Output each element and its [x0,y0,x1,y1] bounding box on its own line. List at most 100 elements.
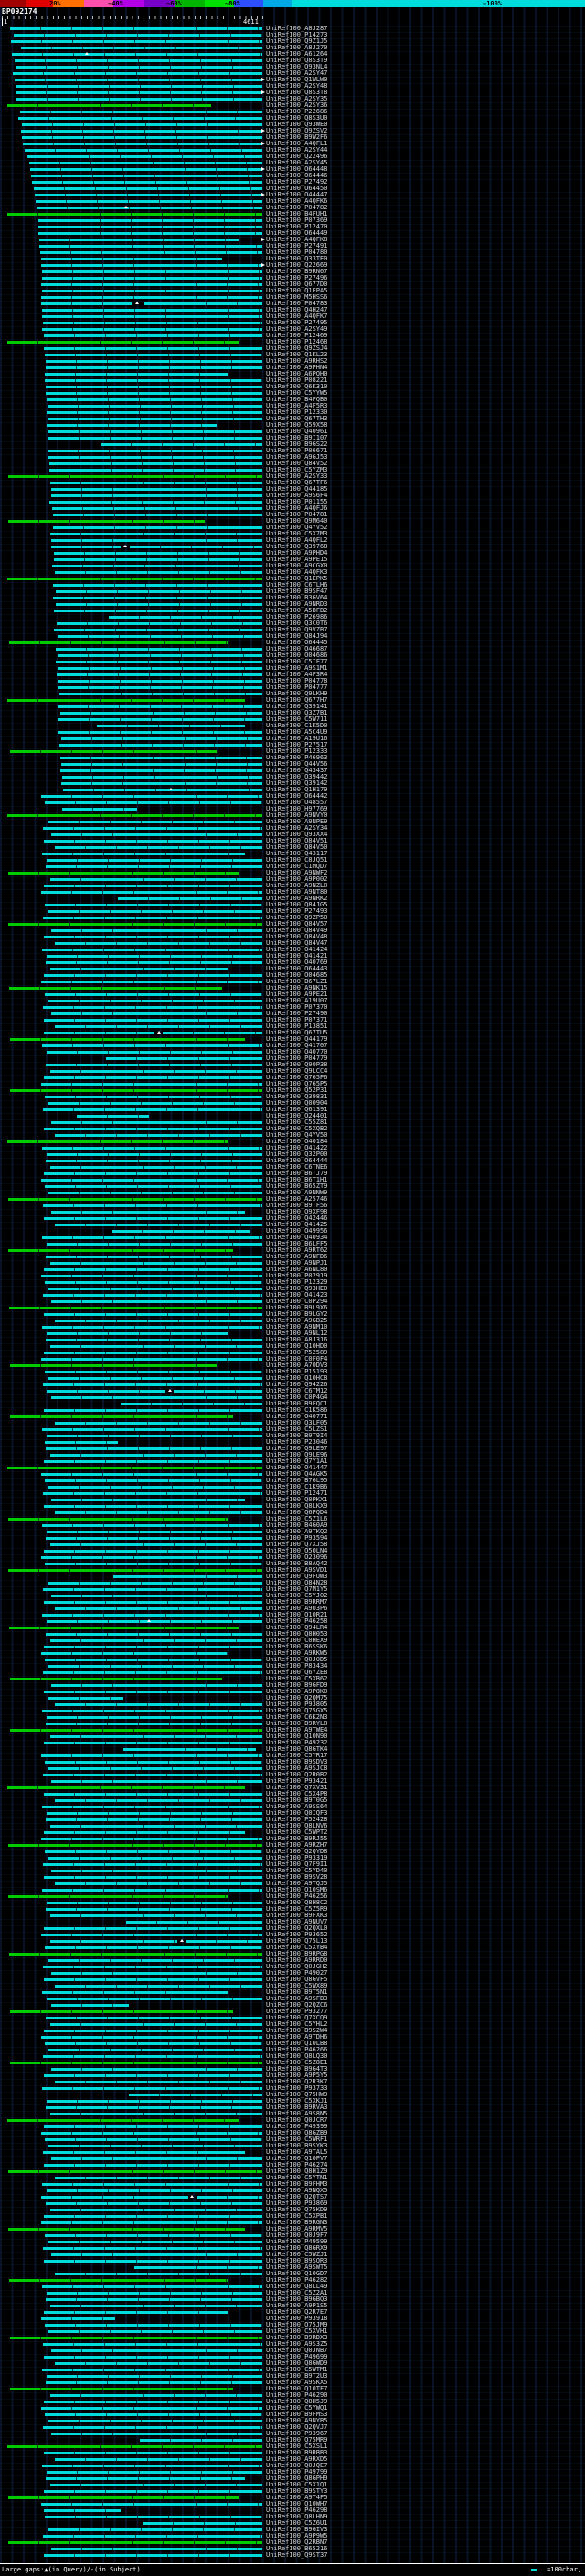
alignment-bar[interactable] [50,1166,262,1169]
alignment-bar[interactable] [76,1115,149,1118]
alignment-bar[interactable] [55,2081,262,2083]
alignment-bar[interactable] [41,277,262,280]
alignment-bar[interactable] [47,398,262,401]
alignment-bar[interactable] [7,213,262,216]
alignment-bar[interactable] [44,1793,262,1796]
alignment-bar[interactable] [47,2471,262,2474]
alignment-bar[interactable] [43,1966,262,1968]
alignment-bar[interactable] [8,641,229,644]
alignment-bar[interactable] [43,1774,262,1776]
alignment-bar[interactable] [7,2170,262,2173]
alignment-bar[interactable] [54,629,262,631]
alignment-bar[interactable] [10,2062,262,2064]
alignment-bar[interactable] [8,923,262,926]
alignment-bar[interactable] [43,827,262,830]
alignment-bar[interactable] [47,1435,262,1437]
alignment-bar[interactable] [43,2125,262,2128]
alignment-bar[interactable] [44,1096,262,1098]
alignment-bar[interactable] [50,2023,262,2026]
alignment-bar[interactable] [49,501,262,504]
alignment-bar[interactable] [48,437,262,440]
alignment-bar[interactable] [44,2260,262,2263]
alignment-bar[interactable] [44,1185,262,1188]
alignment-bar[interactable] [58,744,262,747]
alignment-bar[interactable] [55,1224,262,1226]
alignment-bar[interactable] [134,2266,262,2269]
alignment-bar[interactable] [58,718,262,721]
alignment-bar[interactable] [9,750,217,753]
alignment-bar[interactable] [44,1479,262,1482]
alignment-bar[interactable] [8,2279,229,2282]
alignment-bar[interactable] [62,789,262,791]
alignment-bar[interactable] [44,2516,262,2518]
alignment-bar[interactable] [41,2407,262,2410]
alignment-bar[interactable] [120,1403,262,1405]
alignment-bar[interactable] [51,1211,245,1214]
alignment-bar[interactable] [43,2055,262,2058]
alignment-bar[interactable] [50,878,262,881]
alignment-bar[interactable] [51,2068,262,2071]
alignment-bar[interactable] [41,1179,262,1182]
alignment-bar[interactable] [43,1460,262,1463]
alignment-bar[interactable] [9,1678,223,1680]
alignment-bar[interactable] [43,1383,262,1386]
alignment-bar[interactable] [52,514,262,516]
alignment-bar[interactable] [48,1665,262,1668]
alignment-bar[interactable] [47,1051,262,1054]
alignment-bar[interactable] [48,2145,262,2147]
alignment-bar[interactable] [55,1985,262,1988]
alignment-bar[interactable] [44,2509,121,2512]
alignment-bar[interactable] [41,1524,262,1527]
alignment-bar[interactable] [9,1038,245,1041]
alignment-bar[interactable] [42,315,262,318]
alignment-bar[interactable] [43,1927,262,1930]
alignment-bar[interactable] [22,136,262,139]
alignment-bar[interactable] [44,2413,262,2416]
alignment-bar[interactable] [47,411,262,414]
alignment-bar[interactable] [47,859,262,862]
alignment-bar[interactable] [37,232,262,235]
alignment-bar[interactable] [9,2337,262,2339]
alignment-bar[interactable] [55,1799,262,1802]
alignment-bar[interactable] [48,1857,262,1860]
alignment-bar[interactable] [163,1032,262,1034]
alignment-bar[interactable] [48,910,262,913]
alignment-bar[interactable] [41,2183,262,2186]
alignment-bar[interactable] [43,1646,262,1648]
alignment-bar[interactable] [41,1556,262,1559]
alignment-bar[interactable] [48,1000,262,1002]
alignment-bar[interactable] [46,392,262,395]
alignment-bar[interactable] [51,2157,262,2160]
alignment-bar[interactable] [44,1601,262,1604]
alignment-bar[interactable] [47,1390,166,1393]
alignment-bar[interactable] [43,1076,262,1079]
alignment-bar[interactable] [50,1345,262,1348]
alignment-bar[interactable] [57,635,262,638]
alignment-bar[interactable] [43,2151,245,2154]
alignment-bar[interactable] [197,2196,262,2199]
alignment-bar[interactable] [45,865,262,868]
alignment-bar[interactable] [45,386,262,388]
alignment-bar[interactable] [7,814,262,817]
alignment-bar[interactable] [12,72,262,75]
alignment-bar[interactable] [43,334,262,337]
alignment-bar[interactable] [47,1812,262,1815]
alignment-bar[interactable] [8,2541,262,2544]
alignment-bar[interactable] [51,833,262,836]
alignment-bar[interactable] [48,418,262,420]
alignment-bar[interactable] [50,482,262,484]
alignment-bar[interactable] [56,603,262,606]
alignment-bar[interactable] [44,1978,262,1981]
alignment-bar[interactable] [41,1358,262,1361]
alignment-bar[interactable] [55,590,262,593]
alignment-bar[interactable] [48,1582,262,1585]
alignment-bar[interactable] [48,1102,262,1105]
alignment-bar[interactable] [31,175,262,177]
alignment-bar[interactable] [8,1895,229,1898]
alignment-bar[interactable] [10,27,262,30]
alignment-bar[interactable] [55,2458,262,2461]
alignment-bar[interactable] [10,2388,234,2390]
alignment-bar[interactable] [43,2247,262,2250]
alignment-bar[interactable] [60,737,262,740]
alignment-bar[interactable] [45,1537,262,1540]
